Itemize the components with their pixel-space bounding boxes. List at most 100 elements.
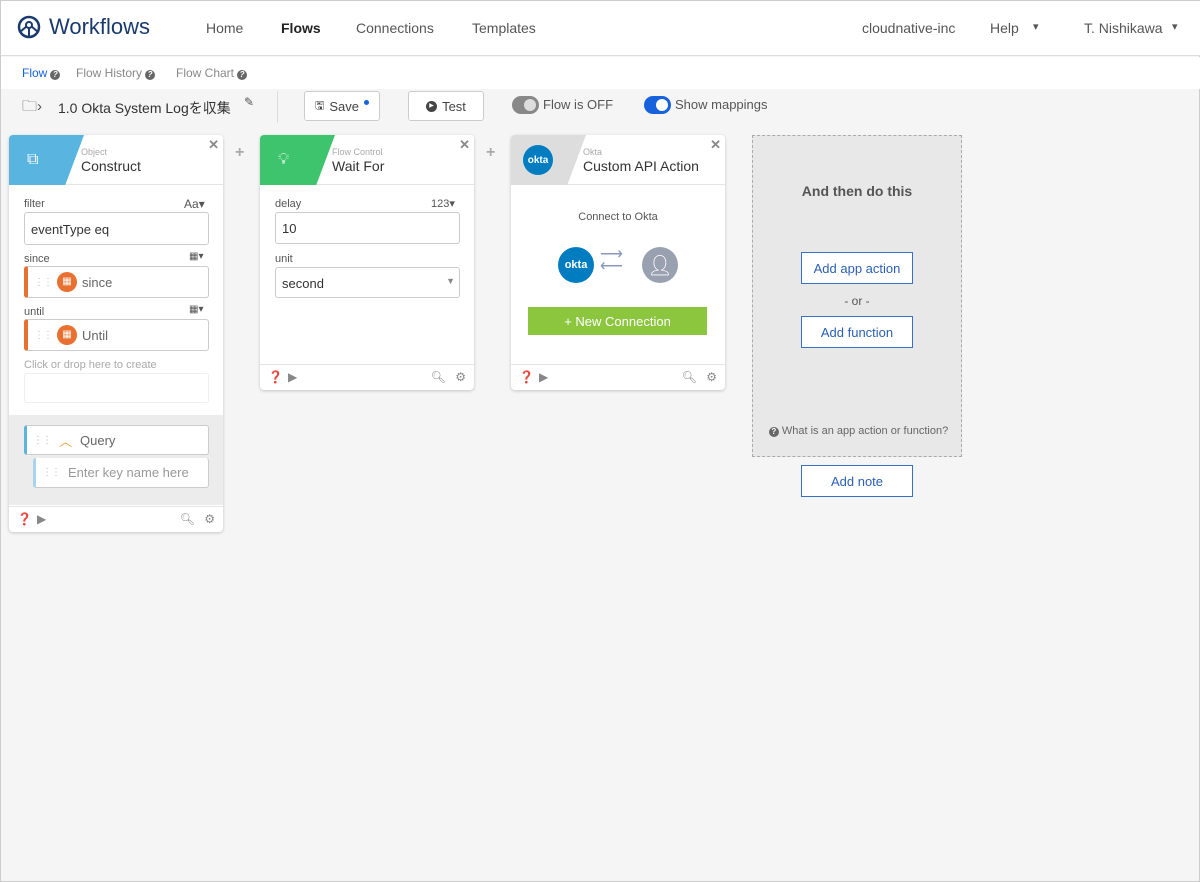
close-icon[interactable]: ✕ bbox=[710, 137, 721, 153]
search-icon[interactable]: 🔍︎ bbox=[431, 370, 446, 384]
date-type-icon[interactable]: ▦▾ bbox=[189, 304, 203, 315]
app-title: Workflows bbox=[49, 14, 151, 39]
chevron-down-icon: ▼ bbox=[446, 276, 455, 286]
tab-flow-history[interactable]: Flow History? bbox=[76, 66, 156, 80]
drag-handle-icon[interactable]: ⋮⋮ bbox=[42, 467, 61, 478]
help-icon: ? bbox=[768, 427, 779, 437]
close-icon[interactable]: ✕ bbox=[208, 137, 219, 153]
filter-input[interactable]: eventType eq bbox=[24, 212, 209, 245]
unit-select[interactable]: second ▼ bbox=[275, 267, 460, 298]
calendar-icon: ▦ bbox=[57, 272, 77, 292]
swap-arrows-icon: ⟶ ⟵ bbox=[600, 246, 623, 275]
nav-home[interactable]: Home bbox=[206, 20, 243, 36]
test-label: Test bbox=[442, 98, 466, 114]
type-label: Aa bbox=[184, 197, 199, 211]
help-icon[interactable]: ❓ bbox=[17, 512, 32, 526]
add-app-action-button[interactable]: Add app action bbox=[801, 252, 913, 284]
add-note-button[interactable]: Add note bbox=[801, 465, 913, 497]
key-placeholder: Enter key name here bbox=[68, 465, 189, 480]
nav-connections[interactable]: Connections bbox=[356, 20, 434, 36]
okta-card[interactable]: okta Okta Custom API Action ✕ Connect to… bbox=[511, 135, 725, 390]
since-label: since bbox=[24, 253, 50, 265]
mapping-area: ⋮⋮ ︿ Query ⋮⋮ Enter key name here bbox=[9, 415, 223, 505]
gear-icon[interactable]: ⚙ bbox=[204, 512, 215, 526]
key-name-input[interactable]: ⋮⋮ Enter key name here bbox=[33, 458, 209, 488]
flow-status-toggle[interactable] bbox=[512, 96, 539, 114]
gear-icon[interactable]: ⚙ bbox=[706, 370, 717, 384]
drag-handle-icon[interactable]: ⋮⋮ bbox=[34, 330, 53, 341]
collapse-chevron-icon[interactable]: ︿ bbox=[59, 431, 72, 450]
help-menu[interactable]: Help bbox=[990, 20, 1019, 36]
card-header: okta Okta Custom API Action ✕ bbox=[511, 135, 725, 185]
close-icon[interactable]: ✕ bbox=[459, 137, 470, 153]
wait-for-card[interactable]: 💡︎ Flow Control Wait For ✕ delay 123▾ 10… bbox=[260, 135, 474, 390]
show-mappings-toggle[interactable] bbox=[644, 96, 671, 114]
play-circle-icon: ▶ bbox=[426, 100, 438, 112]
construct-icon: ⧉ bbox=[9, 135, 84, 185]
help-link[interactable]: ? What is an app action or function? bbox=[753, 425, 961, 437]
edit-pencil-icon[interactable]: ✎ bbox=[244, 95, 254, 109]
test-button[interactable]: ▶ Test bbox=[408, 91, 484, 121]
card-header: 💡︎ Flow Control Wait For ✕ bbox=[260, 135, 474, 185]
help-icon: ? bbox=[50, 70, 61, 80]
card-title: Construct bbox=[81, 158, 141, 174]
save-label: Save bbox=[329, 98, 359, 114]
nav-templates[interactable]: Templates bbox=[472, 20, 536, 36]
search-icon[interactable]: 🔍︎ bbox=[682, 370, 697, 384]
number-type-dropdown[interactable]: 123▾ bbox=[431, 197, 455, 210]
text-type-dropdown[interactable]: Aa▾ bbox=[184, 197, 205, 211]
unsaved-dot bbox=[364, 99, 369, 105]
connect-text: Connect to Okta bbox=[578, 211, 658, 223]
add-function-button[interactable]: Add function bbox=[801, 316, 913, 348]
next-step-title: And then do this bbox=[801, 183, 913, 199]
play-icon[interactable]: ▶ bbox=[539, 370, 548, 384]
tab-flow-chart-label: Flow Chart bbox=[176, 66, 235, 80]
help-chevron-icon[interactable]: ▾ bbox=[1033, 20, 1039, 33]
user-chevron-icon[interactable]: ▾ bbox=[1172, 20, 1178, 33]
search-icon[interactable]: 🔍︎ bbox=[180, 512, 195, 526]
flow-name[interactable]: 1.0 Okta System Logを収集 bbox=[58, 98, 231, 118]
card-category: Okta bbox=[583, 147, 603, 157]
add-step-plus-icon[interactable]: + bbox=[486, 144, 495, 162]
org-name[interactable]: cloudnative-inc bbox=[862, 20, 955, 36]
help-link-text: What is an app action or function? bbox=[781, 425, 949, 437]
play-icon[interactable]: ▶ bbox=[288, 370, 297, 384]
date-type-icon[interactable]: ▦▾ bbox=[189, 251, 203, 262]
until-label: until bbox=[24, 306, 45, 318]
delay-label: delay bbox=[275, 198, 302, 210]
since-field[interactable]: ⋮⋮ ▦ since bbox=[24, 266, 209, 298]
type-label: 123 bbox=[431, 198, 450, 210]
folder-icon[interactable]: 🗀› bbox=[22, 96, 42, 121]
card-footer: ❓ ▶ 🔍︎ ⚙ bbox=[511, 364, 725, 390]
tab-flow-chart[interactable]: Flow Chart? bbox=[176, 66, 248, 80]
help-icon[interactable]: ❓ bbox=[519, 370, 534, 384]
card-footer: ❓ ▶ 🔍︎ ⚙ bbox=[9, 506, 223, 532]
okta-logo-icon: okta bbox=[511, 135, 586, 185]
sub-nav: Flow? Flow History? Flow Chart? bbox=[1, 57, 1200, 89]
until-value: Until bbox=[82, 327, 109, 343]
new-connection-button[interactable]: + New Connection bbox=[528, 307, 707, 335]
filter-label: filter bbox=[24, 198, 45, 210]
query-field[interactable]: ⋮⋮ ︿ Query bbox=[24, 425, 209, 455]
construct-card[interactable]: ⧉ Object Construct ✕ filter Aa▾ eventTyp… bbox=[9, 135, 223, 532]
unit-label: unit bbox=[275, 253, 293, 265]
save-button[interactable]: 🖫 Save bbox=[304, 91, 380, 121]
next-step-panel: And then do this Add app action - or - A… bbox=[752, 135, 962, 457]
card-category: Object bbox=[81, 147, 108, 157]
delay-input[interactable]: 10 bbox=[275, 212, 460, 244]
gear-icon[interactable]: ⚙ bbox=[455, 370, 466, 384]
help-icon: ? bbox=[237, 70, 248, 80]
user-menu[interactable]: T. Nishikawa bbox=[1084, 20, 1163, 36]
add-step-plus-icon[interactable]: + bbox=[235, 144, 244, 162]
until-field[interactable]: ⋮⋮ ▦ Until bbox=[24, 319, 209, 351]
tab-flow[interactable]: Flow? bbox=[22, 66, 61, 80]
drag-handle-icon[interactable]: ⋮⋮ bbox=[34, 277, 53, 288]
drag-handle-icon[interactable]: ⋮⋮ bbox=[33, 435, 52, 446]
play-icon[interactable]: ▶ bbox=[37, 512, 46, 526]
drop-zone[interactable] bbox=[24, 373, 209, 403]
flow-status-label: Flow is OFF bbox=[543, 97, 614, 112]
card-header: ⧉ Object Construct ✕ bbox=[9, 135, 223, 185]
app-logo[interactable]: Workflows bbox=[17, 14, 150, 40]
nav-flows[interactable]: Flows bbox=[281, 20, 321, 36]
help-icon[interactable]: ❓ bbox=[268, 370, 283, 384]
